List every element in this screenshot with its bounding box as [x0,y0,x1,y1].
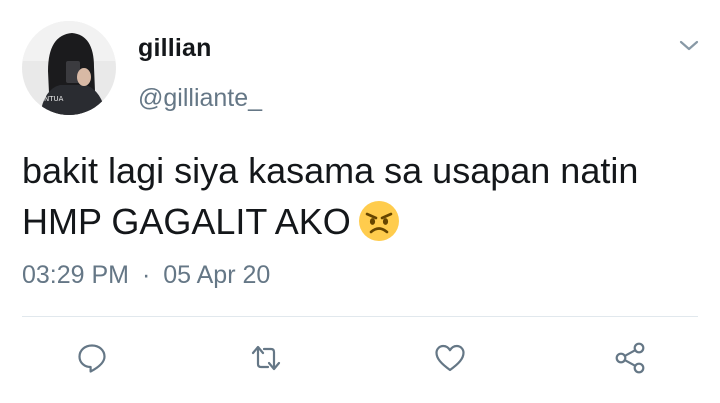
meta-separator: · [141,261,151,289]
reply-icon [76,342,108,374]
avatar[interactable]: NTUA [22,21,116,115]
tweet-date: 05 Apr 20 [163,261,271,289]
tweet-text: bakit lagi siya kasama sa usapan natin H… [22,145,702,247]
avatar-image: NTUA [22,21,116,115]
retweet-button[interactable] [248,340,284,376]
display-name[interactable]: gillian [138,34,212,63]
user-handle[interactable]: @gilliante_ [138,84,262,113]
retweet-icon [248,342,284,374]
like-icon [433,342,467,374]
tweet-time: 03:29 PM [22,261,130,289]
angry-face-icon [357,199,401,243]
share-icon [613,341,647,375]
reply-button[interactable] [74,340,110,376]
chevron-down-icon[interactable] [676,36,702,56]
tweet-timestamp[interactable]: 03:29 PM · 05 Apr 20 [22,261,270,290]
divider [22,316,698,317]
share-button[interactable] [612,340,648,376]
avatar-shirt-text: NTUA [44,95,64,103]
tweet-body: bakit lagi siya kasama sa usapan natin H… [22,150,639,242]
like-button[interactable] [432,340,468,376]
tweet-card: NTUA gillian @gilliante_ bakit lagi siya… [0,0,720,403]
